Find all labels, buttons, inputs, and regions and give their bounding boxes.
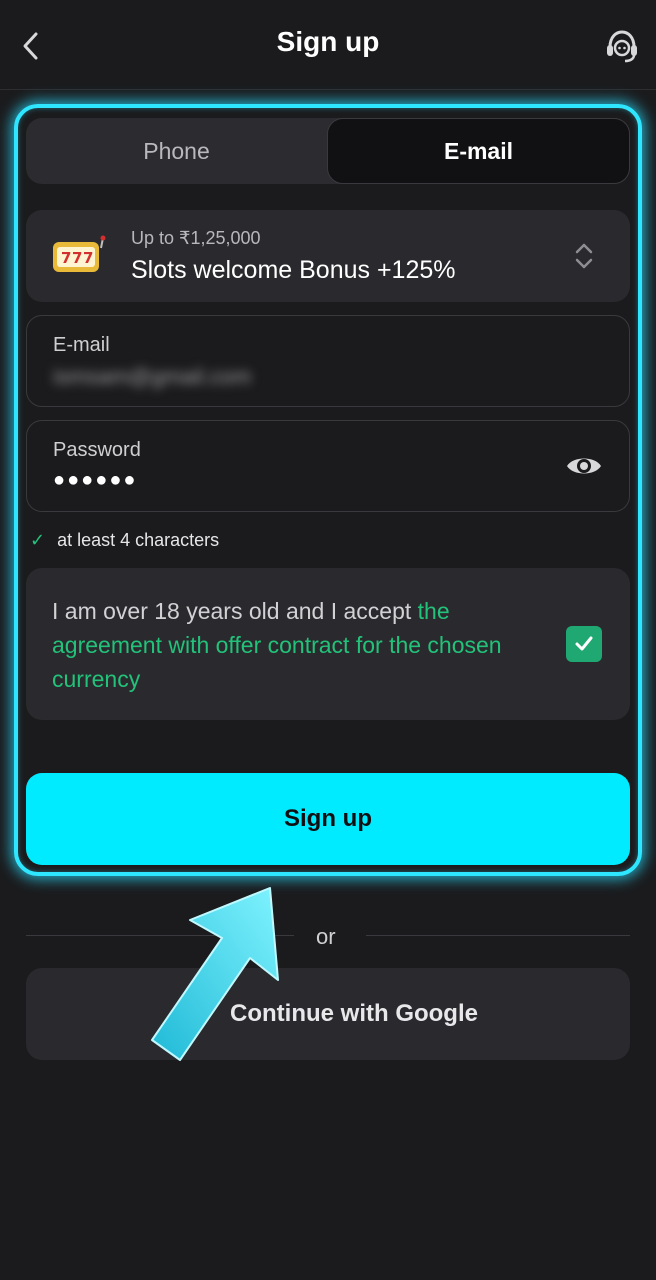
header: Sign up	[0, 0, 656, 90]
agreement-checkbox[interactable]	[566, 626, 602, 662]
arrow-pointer-icon	[151, 887, 279, 1061]
headset-icon	[607, 30, 637, 63]
email-field[interactable]: E-mail ismsam@gmail.com	[26, 315, 630, 407]
support-button[interactable]	[602, 26, 642, 66]
chevron-up-down-icon	[575, 243, 593, 269]
svg-text:7: 7	[72, 249, 82, 267]
or-divider: or	[26, 922, 630, 952]
eye-icon[interactable]	[565, 451, 603, 481]
password-hint-text: at least 4 characters	[57, 530, 220, 550]
checkmark-icon	[575, 636, 593, 651]
bonus-selector[interactable]: 7 7 7 Up to ₹1,25,000 Slots welcome Bonu…	[26, 210, 630, 302]
bonus-title: Slots welcome Bonus +125%	[131, 256, 456, 284]
page-title: Sign up	[276, 26, 380, 57]
check-icon: ✓	[30, 530, 46, 550]
agreement-box: I am over 18 years old and I accept the …	[26, 568, 630, 720]
password-field[interactable]: Password ●●●●●●	[26, 420, 630, 512]
email-input[interactable]: ismsam@gmail.com	[53, 364, 251, 390]
password-input[interactable]: ●●●●●●	[53, 469, 137, 492]
divider-line-right	[366, 935, 630, 936]
agreement-text: I am over 18 years old and I accept the …	[52, 594, 532, 696]
password-label: Password	[53, 439, 141, 461]
or-text: or	[316, 924, 336, 949]
signup-method-tabs: Phone E-mail	[26, 118, 630, 184]
svg-text:7: 7	[83, 249, 93, 267]
svg-text:7: 7	[61, 249, 71, 267]
email-label: E-mail	[53, 334, 110, 356]
sign-up-button[interactable]: Sign up	[26, 773, 630, 865]
agreement-static-text: I am over 18 years old and I accept	[52, 598, 418, 624]
tab-phone[interactable]: Phone	[26, 118, 327, 184]
password-hint: ✓ at least 4 characters	[30, 530, 219, 551]
slot-machine-icon: 7 7 7	[53, 235, 106, 272]
bonus-subtitle: Up to ₹1,25,000	[131, 228, 261, 248]
continue-with-google-button[interactable]: Continue with Google	[26, 968, 630, 1060]
tab-email[interactable]: E-mail	[327, 118, 630, 184]
